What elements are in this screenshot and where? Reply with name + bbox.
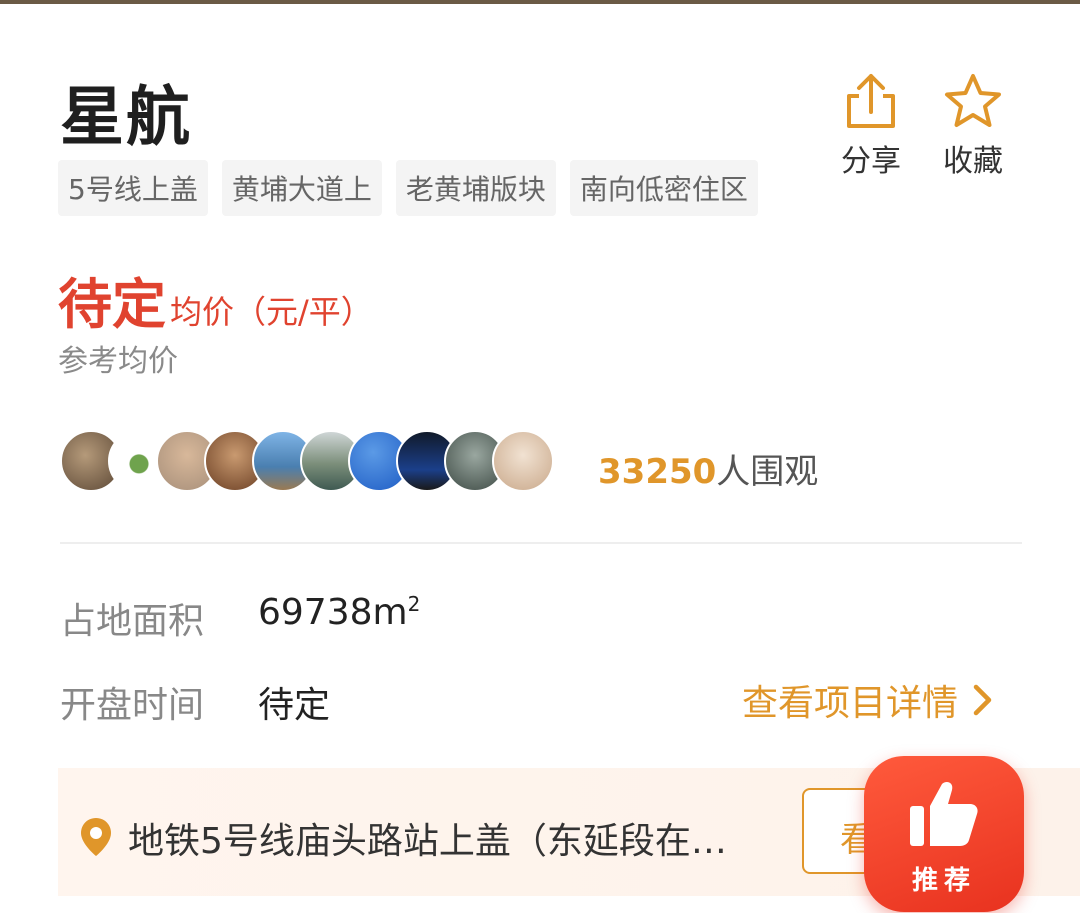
recommend-button[interactable]: 推荐 <box>864 756 1024 912</box>
opening-time-value: 待定 <box>258 685 331 726</box>
recommend-label: 推荐 <box>911 866 976 896</box>
price-unit: 均价（元/平） <box>170 293 373 331</box>
viewer-count-suffix: 人围观 <box>716 452 819 492</box>
viewer-count: 33250人围观 <box>598 444 818 493</box>
land-area-label: 占地面积 <box>60 601 205 642</box>
tag-list: 5号线上盖 黄埔大道上 老黄埔版块 南向低密住区 <box>58 160 758 216</box>
share-button[interactable]: 分享 <box>826 70 916 180</box>
project-card: 星航 分享 收藏 5号线上盖 黄埔大道上 老黄埔版块 南向低密住区 待定 均价（… <box>0 4 1080 913</box>
location-pin-icon <box>81 818 111 856</box>
tag: 5号线上盖 <box>58 160 208 216</box>
avatar <box>492 430 554 492</box>
opening-time-label: 开盘时间 <box>60 685 205 726</box>
view-details-label: 查看项目详情 <box>742 683 959 724</box>
chevron-right-icon <box>973 684 992 716</box>
share-label: 分享 <box>841 144 901 179</box>
favorite-button[interactable]: 收藏 <box>928 70 1018 180</box>
star-icon <box>945 74 1001 127</box>
price-note: 参考均价 <box>58 344 178 379</box>
address-text: 地铁5号线庙头路站上盖（东延段在… <box>128 821 727 862</box>
viewer-count-number: 33250 <box>598 452 717 492</box>
tag: 黄埔大道上 <box>221 160 382 216</box>
land-area-value: 69738m2 <box>258 592 421 633</box>
tag: 老黄埔版块 <box>395 160 556 216</box>
price-value: 待定 <box>58 273 166 336</box>
thumbs-up-icon <box>910 782 978 846</box>
divider <box>60 542 1022 544</box>
project-title: 星航 <box>60 81 192 155</box>
tag: 南向低密住区 <box>569 160 758 216</box>
favorite-label: 收藏 <box>943 144 1003 179</box>
share-icon <box>847 74 895 128</box>
price-row: 待定 均价（元/平） <box>58 260 373 339</box>
view-details-link[interactable]: 查看项目详情 <box>742 674 994 726</box>
square-superscript: 2 <box>407 592 421 616</box>
